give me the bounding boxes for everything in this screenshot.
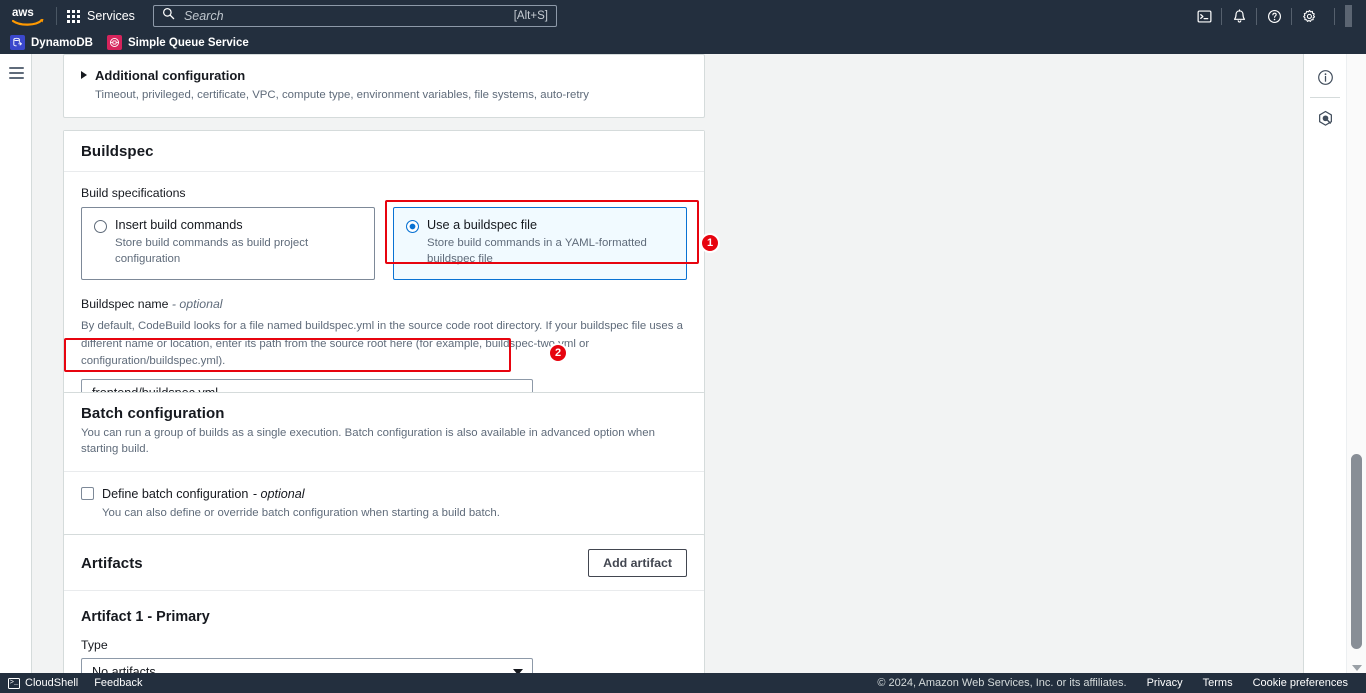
footer-terms-link[interactable]: Terms [1203, 677, 1233, 689]
radio-insert-build-commands[interactable] [94, 220, 107, 233]
option-description: Store build commands in a YAML-formatted… [427, 237, 647, 265]
footer-cookie-preferences-link[interactable]: Cookie preferences [1253, 677, 1348, 689]
annotation-badge-2: 2 [549, 344, 567, 362]
right-tool-rail [1303, 54, 1346, 673]
services-label: Services [87, 9, 135, 23]
info-panel-icon[interactable] [1304, 57, 1347, 97]
global-search-bar[interactable]: [Alt+S] [152, 5, 557, 27]
artifacts-body: Artifact 1 - Primary Type No artifacts [64, 591, 704, 673]
search-input[interactable] [181, 8, 514, 24]
buildspec-card-body: Build specifications Insert build comman… [64, 172, 704, 425]
build-specifications-label: Build specifications [81, 186, 186, 200]
buildspec-name-label-text: Buildspec name [81, 297, 169, 312]
scroll-down-arrow-icon[interactable] [1352, 665, 1362, 671]
insert-build-commands-option[interactable]: Insert build commands Store build comman… [81, 207, 375, 281]
dynamodb-icon [10, 35, 25, 50]
buildspec-card-header: Buildspec [64, 131, 704, 172]
radio-use-buildspec-file[interactable] [406, 220, 419, 233]
cloudshell-icon: >_ [8, 677, 20, 689]
buildspec-card: Buildspec Build specifications Insert bu… [63, 130, 705, 426]
scrollbar-thumb[interactable] [1351, 454, 1362, 649]
buildspec-name-optional-tag: - optional [171, 297, 223, 312]
footer-privacy-link[interactable]: Privacy [1147, 677, 1183, 689]
favorite-dynamodb[interactable]: DynamoDB [10, 35, 93, 50]
footer-left-links: >_ CloudShell Feedback [8, 677, 143, 689]
define-batch-configuration-label: Define batch configuration [102, 486, 249, 501]
footer-cloudshell-button[interactable]: >_ CloudShell [8, 677, 78, 689]
artifacts-header: Artifacts Add artifact [64, 535, 704, 591]
settings-gear-icon[interactable] [1292, 0, 1326, 32]
top-navigation-bar: aws Services [Alt+S] [0, 0, 1366, 32]
buildspec-name-description: By default, CodeBuild looks for a file n… [81, 320, 683, 367]
artifact-primary-title: Artifact 1 - Primary [81, 609, 210, 625]
account-menu-button[interactable] [1345, 5, 1352, 27]
batch-configuration-title: Batch configuration [81, 405, 225, 422]
sqs-icon [106, 35, 122, 50]
option-title: Use a buildspec file [427, 218, 538, 232]
left-navigation-rail [0, 54, 32, 673]
artifact-type-value: No artifacts [92, 665, 156, 673]
artifacts-title: Artifacts [81, 554, 143, 572]
batch-configuration-header: Batch configuration You can run a group … [64, 393, 704, 472]
checkbox-define-batch-configuration[interactable] [81, 486, 94, 500]
annotation-badge-1: 1 [701, 234, 719, 252]
footer-cloudshell-label: CloudShell [25, 677, 79, 689]
svg-text:aws: aws [12, 7, 34, 19]
nav-divider [1334, 7, 1335, 25]
additional-configuration-title: Additional configuration [95, 68, 246, 83]
option-description: Store build commands as build project co… [115, 237, 309, 265]
use-a-buildspec-file-option[interactable]: Use a buildspec file Store build command… [393, 207, 687, 281]
artifact-type-label: Type [81, 638, 108, 652]
define-batch-configuration-row[interactable]: Define batch configuration - optional [81, 485, 687, 503]
favorite-simple-queue-service[interactable]: Simple Queue Service [106, 35, 249, 50]
additional-configuration-subtitle: Timeout, privileged, certificate, VPC, c… [95, 89, 590, 101]
batch-configuration-card: Batch configuration You can run a group … [63, 392, 705, 539]
chevron-right-icon [81, 71, 87, 79]
page-body: Additional configuration Timeout, privil… [0, 54, 1366, 673]
codewhisperer-icon[interactable] [1304, 98, 1347, 138]
help-icon[interactable] [1257, 0, 1291, 32]
artifacts-card: Artifacts Add artifact Artifact 1 - Prim… [63, 534, 705, 673]
cloudshell-icon[interactable] [1187, 0, 1221, 32]
top-nav-right-cluster [1187, 0, 1366, 32]
buildspec-title: Buildspec [81, 143, 154, 160]
page-scrollbar[interactable] [1346, 54, 1366, 673]
footer-right-links: © 2024, Amazon Web Services, Inc. or its… [877, 677, 1360, 689]
favorite-label: DynamoDB [31, 36, 93, 49]
search-icon [162, 7, 175, 25]
footer-feedback-link[interactable]: Feedback [94, 677, 142, 689]
notifications-bell-icon[interactable] [1222, 0, 1256, 32]
hamburger-menu-icon[interactable] [9, 67, 24, 82]
favorite-label: Simple Queue Service [127, 36, 249, 49]
batch-configuration-body: Define batch configuration - optional Yo… [64, 472, 704, 538]
footer-copyright: © 2024, Amazon Web Services, Inc. or its… [877, 677, 1127, 689]
artifact-type-select[interactable]: No artifacts [81, 658, 533, 673]
search-shortcut-hint: [Alt+S] [513, 10, 548, 22]
batch-configuration-description: You can run a group of builds as a singl… [81, 427, 655, 455]
favorites-bar: DynamoDB Simple Queue Service [0, 32, 1366, 54]
option-title: Insert build commands [115, 218, 243, 232]
buildspec-name-label: Buildspec name - optional [81, 297, 687, 311]
footer-bar: >_ CloudShell Feedback © 2024, Amazon We… [0, 673, 1366, 693]
main-content-area: Additional configuration Timeout, privil… [32, 54, 1303, 673]
additional-configuration-card: Additional configuration Timeout, privil… [63, 54, 705, 118]
define-batch-configuration-optional-tag: - optional [252, 486, 305, 501]
define-batch-configuration-description: You can also define or override batch co… [102, 506, 500, 519]
additional-configuration-toggle[interactable]: Additional configuration Timeout, privil… [64, 55, 704, 117]
grid-waffle-icon [67, 9, 80, 23]
services-menu-button[interactable]: Services [57, 0, 145, 32]
build-specifications-options: Insert build commands Store build comman… [81, 207, 687, 281]
add-artifact-button[interactable]: Add artifact [588, 549, 687, 577]
aws-logo[interactable]: aws [0, 0, 56, 32]
